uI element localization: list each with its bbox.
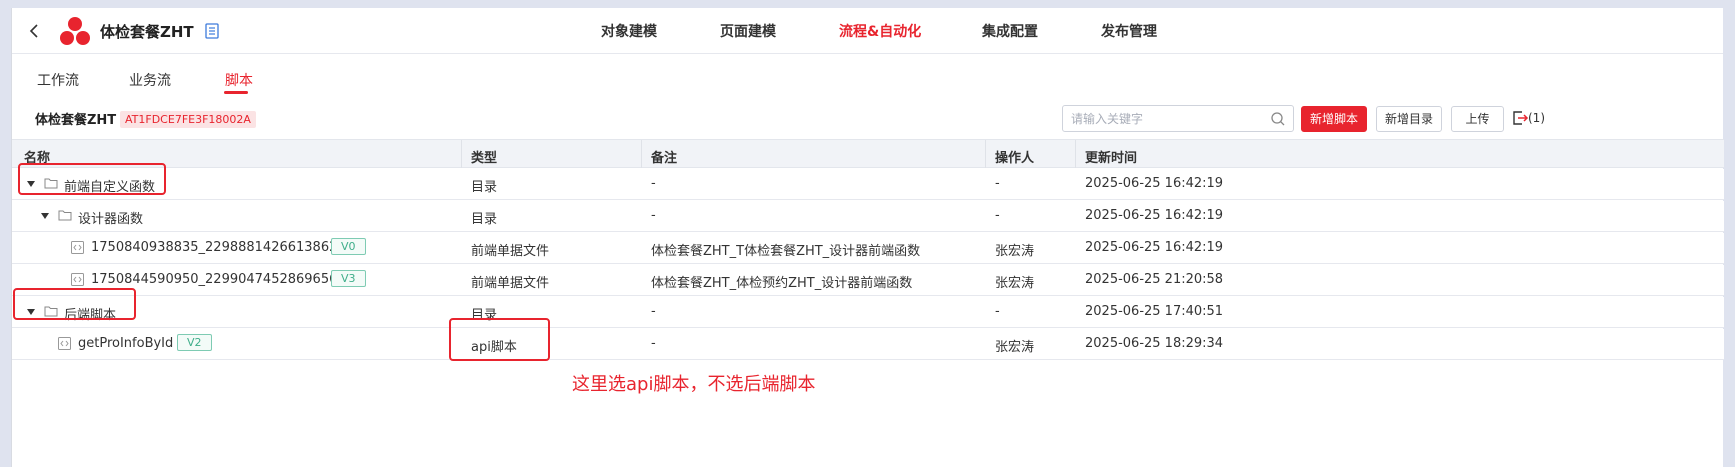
version-badge[interactable]: V2 [177, 334, 212, 351]
app-window: 体检套餐ZHT 对象建模 页面建模 流程&自动化 集成配置 发布管理 工作流 业… [11, 8, 1724, 467]
search-icon[interactable] [1270, 111, 1286, 127]
new-script-button[interactable]: 新增脚本 [1301, 106, 1367, 132]
app-title: 体检套餐ZHT [100, 23, 194, 41]
row-operator: 张宏涛 [995, 276, 1035, 291]
row-operator: - [995, 176, 1000, 191]
nav-page-modeling[interactable]: 页面建模 [720, 21, 776, 41]
active-tab-indicator [224, 91, 248, 94]
row-updated: 2025-06-25 18:29:34 [1085, 336, 1224, 351]
highlight-box-backend-scripts [13, 288, 136, 320]
row-updated: 2025-06-25 16:42:19 [1085, 208, 1224, 223]
column-divider [1075, 140, 1076, 168]
tab-script[interactable]: 脚本 [225, 70, 253, 90]
table-row[interactable]: 1750840938835_2298881426613862409 V0 前端单… [12, 233, 1724, 264]
annotation-note: 这里选api脚本，不选后端脚本 [572, 374, 816, 395]
row-remark: - [651, 304, 656, 319]
table-header: 名称 类型 备注 操作人 更新时间 [12, 139, 1724, 168]
table-row[interactable]: 前端自定义函数 目录 - - 2025-06-25 16:42:19 [12, 169, 1724, 200]
column-header-remark[interactable]: 备注 [651, 147, 677, 166]
table-row[interactable]: 设计器函数 目录 - - 2025-06-25 16:42:19 [12, 201, 1724, 232]
code-file-icon [58, 337, 71, 350]
row-remark: - [651, 176, 656, 191]
nav-integration-config[interactable]: 集成配置 [982, 21, 1038, 41]
folder-icon [58, 210, 72, 221]
nav-release-management[interactable]: 发布管理 [1101, 21, 1157, 41]
row-type: 目录 [471, 212, 498, 227]
row-updated: 2025-06-25 16:42:19 [1085, 176, 1224, 191]
column-header-type[interactable]: 类型 [471, 147, 497, 166]
row-name: 1750840938835_2298881426613862409 [91, 240, 363, 255]
column-divider [985, 140, 986, 168]
new-folder-button[interactable]: 新增目录 [1376, 106, 1442, 132]
row-name: 1750844590950_2299047452869656659 [91, 272, 363, 287]
row-operator: - [995, 304, 1000, 319]
row-remark: 体检套餐ZHT_体检预约ZHT_设计器前端函数 [651, 276, 913, 291]
back-arrow-icon[interactable] [24, 20, 46, 42]
highlight-box-frontend-functions [18, 163, 166, 195]
search-field[interactable] [1062, 105, 1294, 132]
column-header-updated[interactable]: 更新时间 [1085, 147, 1137, 166]
export-count: (1) [1528, 111, 1545, 125]
nav-process-automation[interactable]: 流程&自动化 [839, 21, 921, 41]
column-divider [641, 140, 642, 168]
table-row[interactable]: 1750844590950_2299047452869656659 V3 前端单… [12, 265, 1724, 296]
row-updated: 2025-06-25 21:20:58 [1085, 272, 1224, 287]
column-header-operator[interactable]: 操作人 [995, 147, 1034, 166]
version-badge[interactable]: V3 [331, 270, 366, 287]
row-operator: 张宏涛 [995, 244, 1035, 259]
app-logo-icon [60, 17, 90, 45]
row-operator: - [995, 208, 1000, 223]
table-row[interactable]: getProInfoById V2 api脚本 - 张宏涛 2025-06-25… [12, 329, 1724, 360]
code-file-icon [71, 241, 84, 254]
project-name: 体检套餐ZHT [35, 113, 117, 128]
table-row[interactable]: 后端脚本 目录 - - 2025-06-25 17:40:51 [12, 297, 1724, 328]
row-remark: - [651, 336, 656, 351]
row-updated: 2025-06-25 16:42:19 [1085, 240, 1224, 255]
document-icon[interactable] [205, 23, 219, 39]
row-operator: 张宏涛 [995, 340, 1035, 355]
row-name: 设计器函数 [78, 212, 144, 227]
row-type: 目录 [471, 180, 498, 195]
upload-button[interactable]: 上传 [1451, 106, 1504, 132]
expand-caret-icon[interactable] [41, 213, 49, 219]
row-updated: 2025-06-25 17:40:51 [1085, 304, 1224, 319]
tab-workflow[interactable]: 工作流 [37, 70, 79, 90]
row-name: getProInfoById [78, 336, 174, 351]
top-nav: 体检套餐ZHT 对象建模 页面建模 流程&自动化 集成配置 发布管理 [12, 8, 1723, 54]
row-remark: - [651, 208, 656, 223]
tab-business-flow[interactable]: 业务流 [129, 70, 171, 90]
row-type: 前端单据文件 [471, 276, 550, 291]
search-input[interactable] [1071, 110, 1261, 128]
row-type: 前端单据文件 [471, 244, 550, 259]
version-badge[interactable]: V0 [331, 238, 366, 255]
column-divider [461, 140, 462, 168]
export-icon[interactable] [1511, 109, 1529, 127]
highlight-box-api-script [449, 318, 550, 361]
project-code-badge: AT1FDCE7FE3F18002A [120, 111, 256, 128]
code-file-icon [71, 273, 84, 286]
row-remark: 体检套餐ZHT_T体检套餐ZHT_设计器前端函数 [651, 244, 921, 259]
nav-object-modeling[interactable]: 对象建模 [601, 21, 657, 41]
